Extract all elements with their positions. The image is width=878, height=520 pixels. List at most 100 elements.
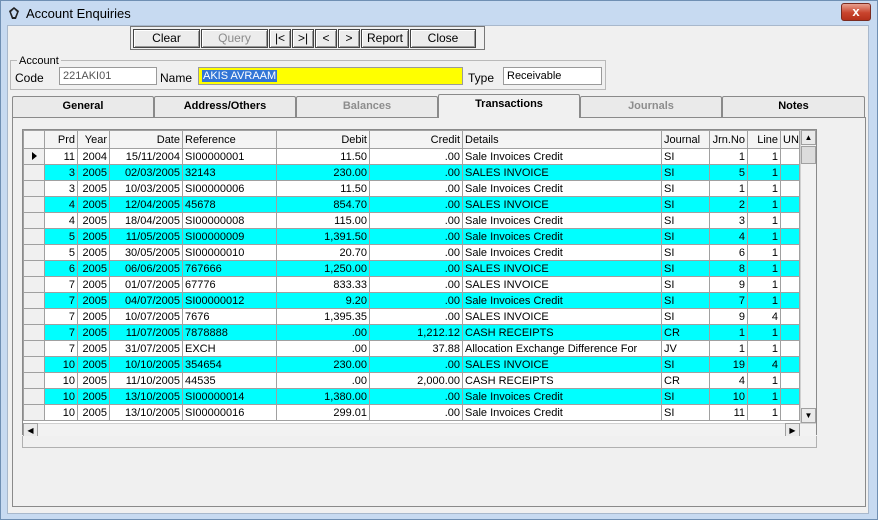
cell-ref: 7676: [182, 308, 277, 325]
row-indicator[interactable]: [23, 228, 45, 245]
tab-general[interactable]: General: [12, 96, 154, 117]
cell-credit: .00: [369, 212, 463, 229]
table-row[interactable]: 10 2005 13/10/2005 SI00000016 299.01.00 Sale …: [23, 404, 800, 421]
table-row[interactable]: 5 2005 30/05/2005 SI00000010 20.70.00 Sale In…: [23, 244, 800, 261]
table-row[interactable]: 7 2005 10/07/2005 7676 1,395.35.00 SALES INVO…: [23, 308, 800, 325]
close-button[interactable]: Close: [410, 29, 476, 48]
cell-ref: EXCH: [182, 340, 277, 357]
type-field[interactable]: Receivable: [503, 67, 602, 85]
row-indicator[interactable]: [23, 244, 45, 261]
table-row[interactable]: 5 2005 11/05/2005 SI00000009 1,391.50.00 Sale…: [23, 228, 800, 245]
report-button[interactable]: Report: [361, 29, 409, 48]
previous-record-button[interactable]: <: [315, 29, 337, 48]
column-header[interactable]: UNIT: [780, 130, 800, 149]
table-row[interactable]: 3 2005 10/03/2005 SI00000006 11.50.00 Sale In…: [23, 180, 800, 197]
table-row[interactable]: 7 2005 31/07/2005 EXCH .00 37.88 Allocation Ex…: [23, 340, 800, 357]
row-indicator[interactable]: [23, 212, 45, 229]
cell-prd: 7: [44, 324, 78, 341]
cell-details: SALES INVOICE: [462, 196, 662, 213]
cell-prd: 7: [44, 292, 78, 309]
table-row[interactable]: 7 2005 11/07/2005 7878888.00 1,212.12 CASH RE…: [23, 324, 800, 341]
table-row[interactable]: 11 2004 15/11/2004 SI00000001 11.50.00 Sale I…: [23, 148, 800, 165]
table-row[interactable]: 4 2005 12/04/2005 45678 854.70.00 SALES INVOI…: [23, 196, 800, 213]
cell-ref: SI00000010: [182, 244, 277, 261]
table-row[interactable]: 7 2005 01/07/2005 67776 833.33.00 SALES INVOI…: [23, 276, 800, 293]
column-header[interactable]: Date: [109, 130, 183, 149]
row-indicator[interactable]: [23, 276, 45, 293]
table-row[interactable]: 6 2005 06/06/2005 767666 1,250.00.00 SALES IN…: [23, 260, 800, 277]
column-header[interactable]: Line: [747, 130, 781, 149]
row-indicator[interactable]: [23, 404, 45, 421]
column-header[interactable]: Journal: [661, 130, 710, 149]
cell-details: Sale Invoices Credit: [462, 212, 662, 229]
cell-ref: SI00000014: [182, 388, 277, 405]
column-header[interactable]: Jrn.No: [709, 130, 748, 149]
row-indicator[interactable]: [23, 196, 45, 213]
row-indicator[interactable]: [23, 340, 45, 357]
cell-year: 2005: [77, 196, 110, 213]
cell-prd: 5: [44, 228, 78, 245]
row-indicator[interactable]: [23, 372, 45, 389]
cell-journal: CR: [661, 324, 710, 341]
vertical-scroll-thumb[interactable]: [801, 146, 816, 164]
cell-jrn: 9: [709, 276, 748, 293]
row-indicator[interactable]: [23, 388, 45, 405]
row-indicator[interactable]: [23, 260, 45, 277]
column-header[interactable]: Reference: [182, 130, 277, 149]
cell-details: CASH RECEIPTS: [462, 372, 662, 389]
app-logo-icon: [9, 7, 19, 19]
code-field[interactable]: 221AKI01: [59, 67, 157, 85]
row-indicator[interactable]: [23, 180, 45, 197]
cell-ref: SI00000006: [182, 180, 277, 197]
clear-button[interactable]: Clear: [133, 29, 200, 48]
cell-prd: 7: [44, 276, 78, 293]
cell-debit: 1,380.00: [276, 388, 370, 405]
row-indicator[interactable]: [23, 164, 45, 181]
row-indicator[interactable]: [23, 308, 45, 325]
last-record-button[interactable]: >|: [292, 29, 314, 48]
arrow-up-icon[interactable]: ▲: [801, 130, 816, 145]
row-indicator[interactable]: [23, 292, 45, 309]
cell-date: 06/06/2005: [109, 260, 183, 277]
cell-journal: SI: [661, 404, 710, 421]
cell-details: Sale Invoices Credit: [462, 244, 662, 261]
cell-jrn: 1: [709, 148, 748, 165]
column-header[interactable]: Credit: [369, 130, 463, 149]
arrow-down-icon[interactable]: ▼: [801, 408, 816, 423]
client-area: Clear Query |< >| < > Report Close Accou…: [7, 25, 869, 514]
cell-year: 2005: [77, 404, 110, 421]
cell-credit: .00: [369, 388, 463, 405]
row-indicator[interactable]: [23, 324, 45, 341]
column-header[interactable]: Debit: [276, 130, 370, 149]
table-row[interactable]: 4 2005 18/04/2005 SI00000008 115.00.00 Sale I…: [23, 212, 800, 229]
first-record-button[interactable]: |<: [269, 29, 291, 48]
vertical-scrollbar[interactable]: ▲ ▼: [800, 130, 816, 424]
name-field[interactable]: AKIS AVRAAM: [198, 67, 463, 85]
tab-journals[interactable]: Journals: [580, 96, 722, 117]
query-button[interactable]: Query: [201, 29, 268, 48]
column-header[interactable]: Prd: [44, 130, 78, 149]
tab-transactions[interactable]: Transactions: [438, 94, 580, 118]
tab-address-others[interactable]: Address/Others: [154, 96, 296, 117]
column-header[interactable]: Details: [462, 130, 662, 149]
table-row[interactable]: 10 2005 11/10/2005 44535.00 2,000.00 CASH REC…: [23, 372, 800, 389]
cell-year: 2005: [77, 212, 110, 229]
cell-unit: [780, 260, 800, 277]
cell-line: 4: [747, 308, 781, 325]
cell-credit: .00: [369, 180, 463, 197]
horizontal-scrollbar[interactable]: ◀ ▶: [23, 423, 816, 438]
close-window-button[interactable]: x: [841, 3, 871, 21]
cell-ref: 67776: [182, 276, 277, 293]
tab-notes[interactable]: Notes: [722, 96, 865, 117]
table-row[interactable]: 7 2005 04/07/2005 SI00000012 9.20.00 Sale Inv…: [23, 292, 800, 309]
table-row[interactable]: 10 2005 10/10/2005 354654 230.00.00 SALES INV…: [23, 356, 800, 373]
row-indicator[interactable]: [23, 148, 45, 165]
next-record-button[interactable]: >: [338, 29, 360, 48]
cell-date: 10/10/2005: [109, 356, 183, 373]
table-row[interactable]: 3 2005 02/03/2005 32143 230.00.00 SALES INVOI…: [23, 164, 800, 181]
cell-credit: .00: [369, 228, 463, 245]
tab-balances[interactable]: Balances: [296, 96, 438, 117]
column-header[interactable]: Year: [77, 130, 110, 149]
table-row[interactable]: 10 2005 13/10/2005 SI00000014 1,380.00.00 Sal…: [23, 388, 800, 405]
row-indicator[interactable]: [23, 356, 45, 373]
